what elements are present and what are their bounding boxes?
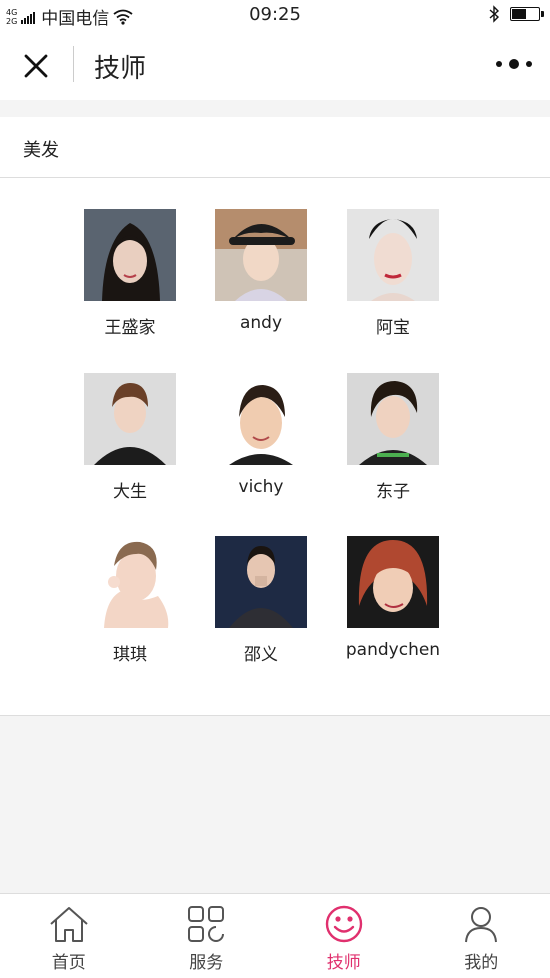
technician-avatar: [347, 536, 439, 628]
category-title: 美发: [23, 136, 59, 162]
technician-card[interactable]: andy: [201, 209, 321, 333]
smile-icon: [324, 904, 364, 944]
tab-label: 技师: [275, 948, 413, 973]
close-button[interactable]: [16, 46, 56, 86]
technician-name: vichy: [201, 477, 321, 497]
technician-name: 王盛家: [70, 313, 190, 338]
technician-name: andy: [201, 313, 321, 333]
more-button[interactable]: [496, 54, 532, 74]
more-dot-icon: [509, 59, 519, 69]
technician-name: pandychen: [333, 640, 453, 660]
technician-card[interactable]: 邵义: [201, 536, 321, 665]
technician-name: 大生: [70, 477, 190, 502]
more-dot-icon: [526, 61, 532, 67]
technician-card[interactable]: 琪琪: [70, 536, 190, 665]
technician-card[interactable]: vichy: [201, 373, 321, 497]
user-icon: [461, 904, 501, 944]
technician-card[interactable]: 大生: [70, 373, 190, 502]
status-time: 09:25: [0, 4, 550, 25]
technician-card[interactable]: 阿宝: [333, 209, 453, 338]
technician-avatar: [84, 536, 176, 628]
home-icon: [48, 904, 90, 944]
technician-card[interactable]: pandychen: [333, 536, 453, 660]
status-right: [488, 5, 540, 23]
bluetooth-icon: [488, 5, 500, 23]
battery-icon: [510, 7, 540, 21]
tab-bar: 首页 服务 技师 我的: [0, 893, 550, 978]
technician-avatar: [84, 373, 176, 465]
tab-home[interactable]: 首页: [0, 894, 138, 978]
tab-mine[interactable]: 我的: [413, 894, 550, 978]
tab-services[interactable]: 服务: [138, 894, 276, 978]
status-bar: 4G 2G 中国电信 09:25: [0, 0, 550, 30]
technician-card[interactable]: 东子: [333, 373, 453, 502]
technician-grid: 王盛家 andy 阿宝 大生: [0, 178, 550, 716]
grid-icon: [186, 904, 226, 944]
technician-avatar: [347, 373, 439, 465]
tab-label: 服务: [138, 948, 276, 973]
technician-avatar: [215, 209, 307, 301]
technician-name: 阿宝: [333, 313, 453, 338]
technician-avatar: [215, 536, 307, 628]
more-dot-icon: [496, 61, 502, 67]
technician-avatar: [215, 373, 307, 465]
close-icon: [16, 46, 56, 86]
nav-bar: 技师: [0, 30, 550, 100]
tab-label: 首页: [0, 948, 138, 973]
category-header: 美发: [0, 117, 550, 178]
nav-divider: [73, 46, 74, 82]
technician-avatar: [84, 209, 176, 301]
technician-avatar: [347, 209, 439, 301]
page-title: 技师: [94, 48, 146, 85]
tab-technicians[interactable]: 技师: [275, 894, 413, 978]
tab-label: 我的: [413, 948, 550, 973]
technician-name: 琪琪: [70, 640, 190, 665]
technician-card[interactable]: 王盛家: [70, 209, 190, 338]
technician-name: 东子: [333, 477, 453, 502]
technician-name: 邵义: [201, 640, 321, 665]
